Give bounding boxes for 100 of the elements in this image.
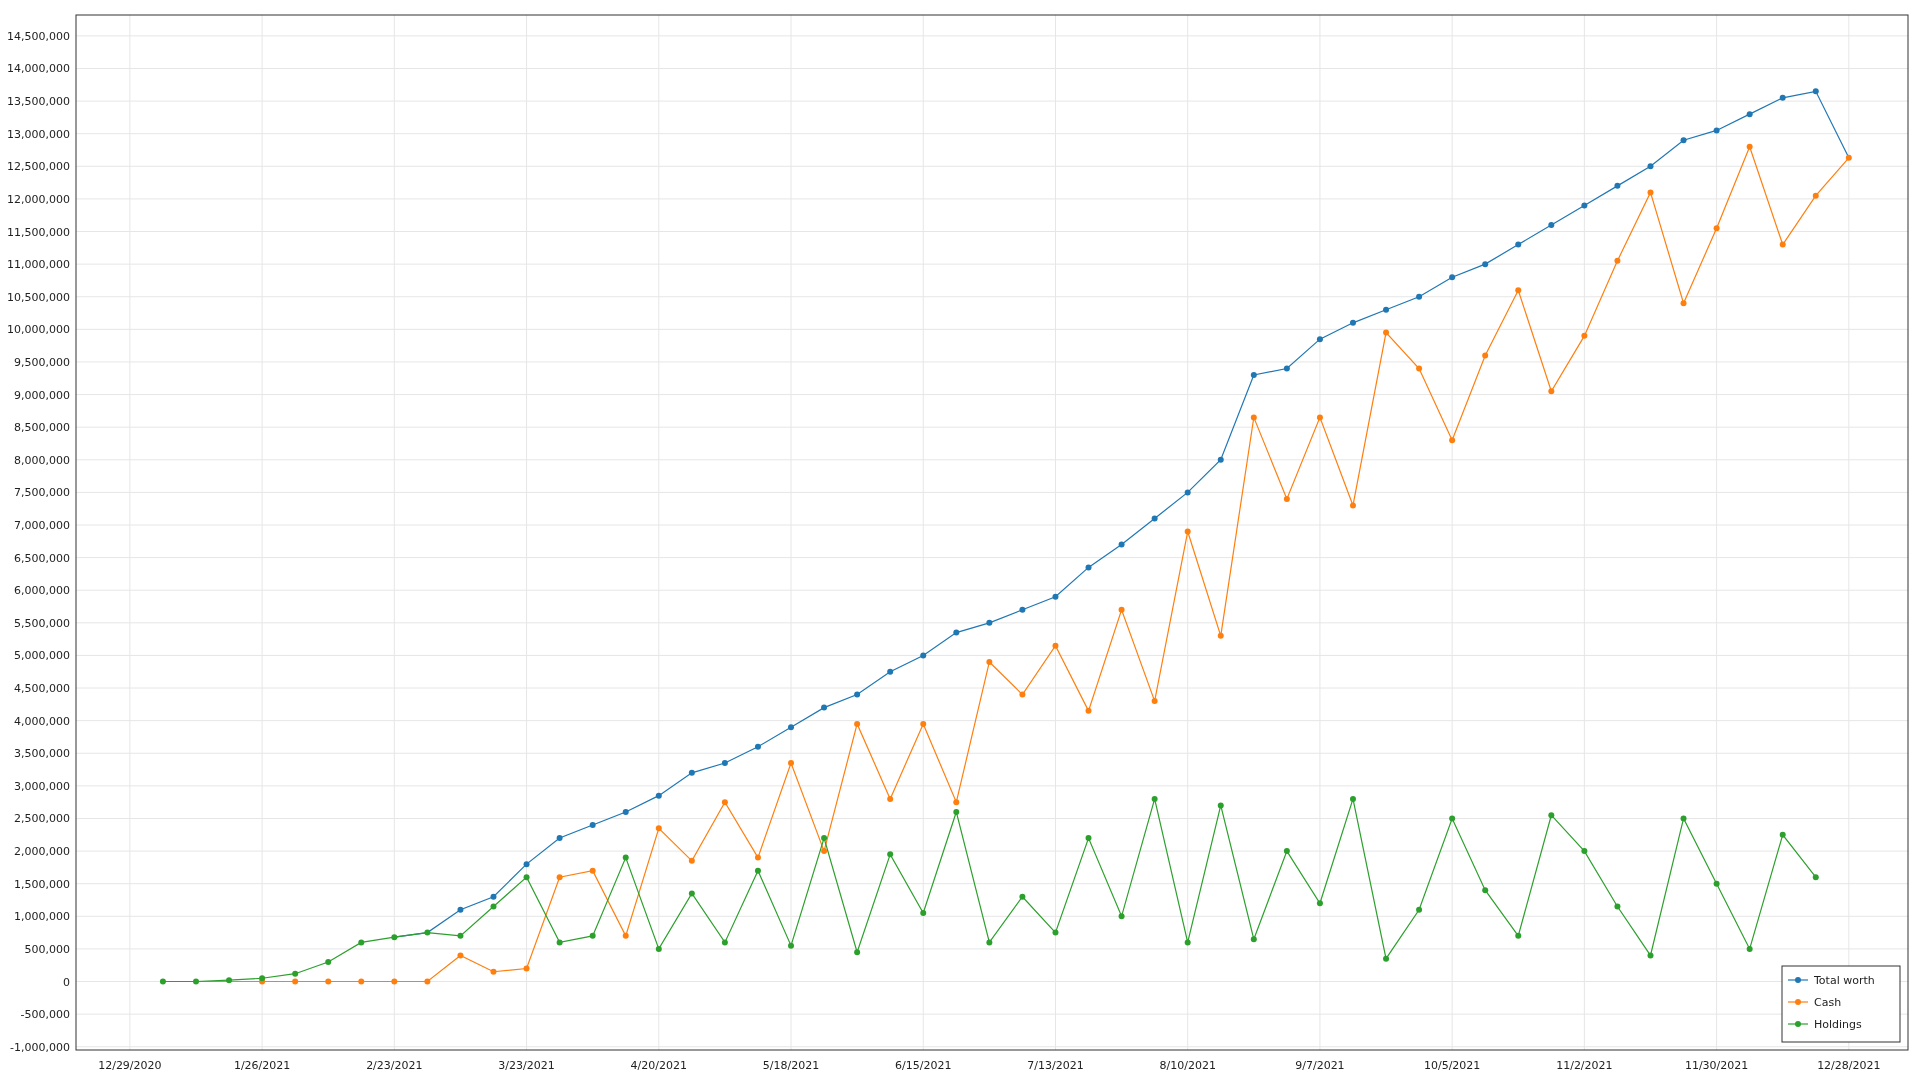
y-axis-label: 0	[63, 975, 70, 989]
data-point	[1019, 606, 1026, 613]
x-axis-label: 12/28/2021	[1817, 1059, 1881, 1072]
data-point	[1713, 127, 1720, 134]
data-point	[1350, 795, 1356, 802]
data-point	[490, 968, 497, 975]
data-point	[1449, 437, 1456, 444]
data-point	[887, 795, 894, 802]
data-point	[1052, 929, 1059, 936]
y-axis-label: -500,000	[20, 1008, 70, 1022]
data-point	[1383, 306, 1390, 313]
data-point	[1482, 887, 1489, 894]
data-point	[1250, 372, 1257, 378]
data-point	[556, 835, 563, 842]
data-point	[953, 808, 960, 815]
data-point	[1217, 632, 1224, 639]
data-point	[325, 978, 332, 985]
data-point	[920, 652, 927, 659]
data-point	[490, 903, 497, 910]
data-point	[523, 861, 530, 868]
data-point	[1482, 352, 1489, 359]
data-point	[721, 939, 728, 946]
data-point	[1614, 257, 1621, 264]
data-point	[887, 668, 894, 675]
data-point	[1548, 388, 1555, 395]
data-point	[1515, 241, 1522, 248]
x-axis-label: 3/23/2021	[498, 1059, 555, 1072]
data-point	[1383, 329, 1390, 336]
x-axis-label: 11/30/2021	[1684, 1059, 1749, 1072]
data-point	[1515, 287, 1522, 294]
data-point	[1085, 707, 1092, 714]
data-point	[1746, 945, 1753, 952]
y-axis-label: 8,500,000	[14, 421, 70, 435]
data-point	[1316, 414, 1323, 421]
data-point	[953, 799, 960, 806]
data-point	[1548, 222, 1555, 228]
data-point	[788, 760, 794, 767]
data-point	[589, 822, 596, 828]
data-point	[523, 874, 530, 881]
data-point	[589, 932, 596, 939]
data-point	[1184, 489, 1191, 496]
y-axis-label: 6,000,000	[14, 584, 70, 598]
data-point	[523, 965, 530, 972]
x-axis-label: 7/13/2021	[1027, 1059, 1084, 1072]
data-point	[1779, 831, 1786, 838]
data-point	[1283, 495, 1290, 502]
data-point	[788, 724, 794, 731]
data-point	[1614, 903, 1621, 910]
data-point	[556, 939, 563, 946]
data-point	[1019, 893, 1026, 900]
x-axis-label: 12/29/2020	[98, 1059, 162, 1072]
data-point	[1250, 414, 1257, 421]
data-point	[622, 932, 629, 939]
y-axis-label: 9,500,000	[14, 355, 70, 369]
data-point	[226, 977, 233, 984]
data-point	[1845, 154, 1852, 161]
data-point	[1581, 202, 1588, 209]
data-point	[1680, 300, 1687, 307]
data-point	[1383, 955, 1390, 962]
data-point	[1647, 189, 1654, 196]
data-point	[986, 658, 993, 665]
data-point	[688, 769, 695, 776]
data-point	[1217, 802, 1224, 809]
data-point	[1416, 906, 1423, 913]
data-point	[556, 874, 563, 881]
data-point	[688, 890, 695, 897]
y-axis-label: 2,000,000	[14, 845, 70, 859]
data-point	[1812, 88, 1819, 95]
data-point	[1118, 541, 1125, 548]
data-point	[920, 910, 927, 917]
y-axis-label: 11,000,000	[7, 258, 70, 272]
data-point	[622, 808, 629, 815]
x-axis-label: 2/23/2021	[366, 1059, 423, 1072]
data-point	[754, 743, 761, 750]
data-point	[159, 978, 166, 985]
data-point	[721, 799, 728, 806]
data-point	[788, 942, 794, 949]
x-axis-label: 9/7/2021	[1295, 1059, 1345, 1072]
data-point	[1416, 293, 1423, 300]
y-axis-label: 13,500,000	[7, 95, 70, 109]
data-point	[721, 760, 728, 767]
data-point	[589, 867, 596, 874]
y-axis-label: 14,500,000	[7, 29, 70, 43]
data-point	[1812, 874, 1819, 881]
data-point	[655, 825, 662, 832]
data-point	[1416, 365, 1423, 372]
data-point	[1250, 936, 1257, 943]
data-point	[1779, 94, 1786, 101]
y-axis-label: 4,500,000	[14, 682, 70, 696]
data-point	[1713, 880, 1720, 887]
data-point	[1118, 913, 1125, 920]
y-axis-label: 500,000	[24, 942, 70, 956]
y-axis-label: 10,000,000	[7, 323, 70, 337]
legend-label: Total worth	[1814, 974, 1875, 987]
data-point	[1548, 812, 1555, 819]
y-axis-label: 8,000,000	[14, 453, 70, 467]
data-point	[854, 720, 861, 727]
y-axis-label: 4,000,000	[14, 714, 70, 728]
x-axis-label: 5/18/2021	[762, 1059, 820, 1072]
data-point	[358, 978, 365, 985]
